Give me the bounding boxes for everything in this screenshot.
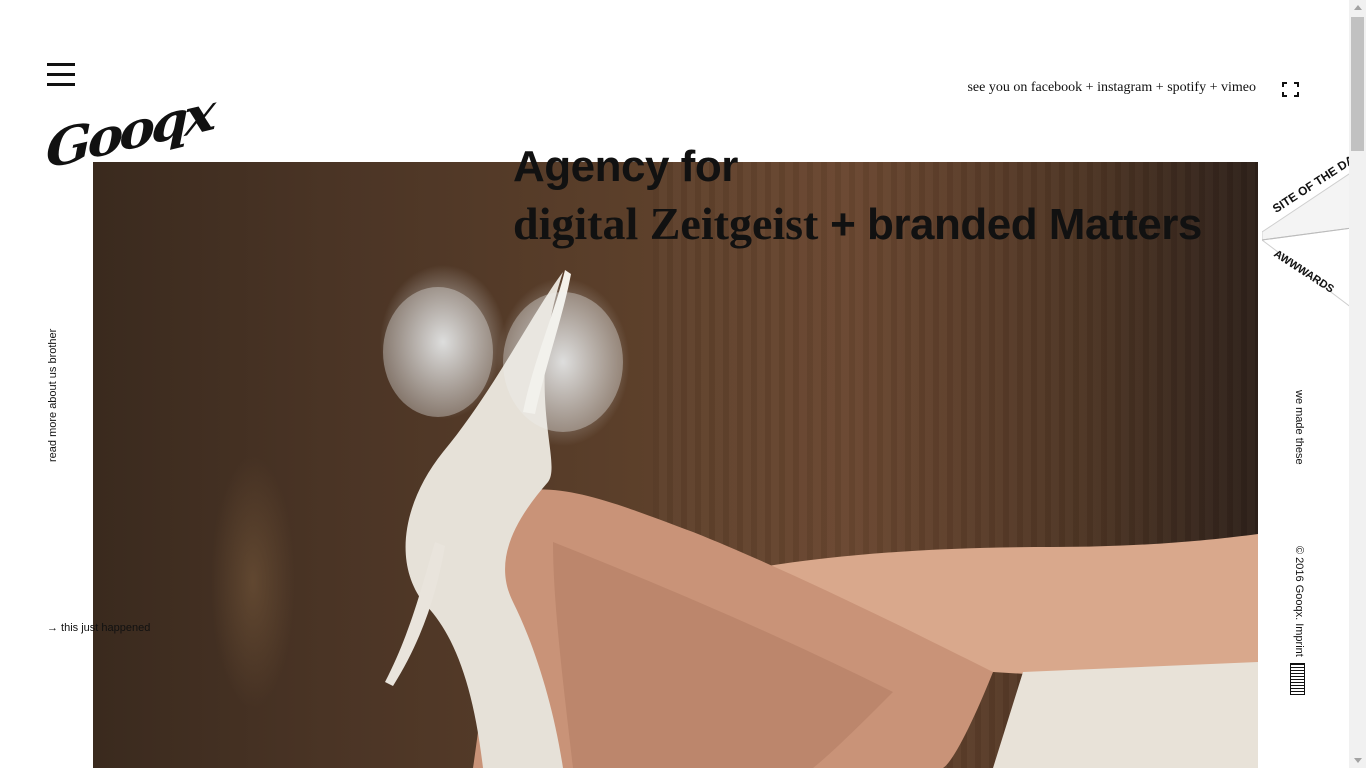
- imprint-badge-icon[interactable]: [1290, 663, 1305, 695]
- hamburger-line: [47, 63, 75, 66]
- copyright-imprint-link[interactable]: © 2016 Gooqx. Imprint: [1291, 546, 1305, 658]
- hamburger-line: [47, 73, 75, 76]
- social-separator: +: [1206, 80, 1221, 95]
- headline-line1: Agency for: [513, 142, 738, 191]
- scroll-down-arrow-icon[interactable]: [1354, 758, 1362, 763]
- instagram-link[interactable]: instagram: [1097, 80, 1152, 95]
- spotify-link[interactable]: spotify: [1167, 80, 1206, 95]
- copyright-label: © 2016 Gooqx. Imprint: [1293, 546, 1305, 657]
- hero-headline: Agency for digital Zeitgeist + branded M…: [513, 138, 1202, 253]
- facebook-link[interactable]: facebook: [1031, 80, 1082, 95]
- page-scrollbar[interactable]: [1349, 0, 1366, 768]
- social-separator: +: [1082, 80, 1098, 95]
- news-link[interactable]: → this just happened: [47, 622, 150, 634]
- hamburger-line: [47, 83, 75, 86]
- scrollbar-thumb[interactable]: [1351, 17, 1364, 151]
- vimeo-link[interactable]: vimeo: [1221, 80, 1256, 95]
- social-prefix: see you on: [967, 80, 1031, 95]
- social-links: see you on facebook + instagram + spotif…: [967, 80, 1256, 96]
- page: Gooqx see you on facebook + instagram + …: [0, 0, 1366, 768]
- social-separator: +: [1152, 80, 1168, 95]
- about-link[interactable]: read more about us brother: [46, 328, 60, 462]
- work-link-label: we made these: [1293, 390, 1305, 465]
- awwwards-ribbon[interactable]: SITE OF THE DAY AWWWARDS: [1262, 149, 1363, 308]
- hamburger-icon[interactable]: [47, 62, 75, 88]
- headline-line2-sans: + branded Matters: [818, 200, 1202, 249]
- scroll-up-arrow-icon[interactable]: [1354, 5, 1362, 10]
- logo[interactable]: Gooqx: [46, 83, 212, 204]
- work-link[interactable]: we made these: [1291, 390, 1305, 465]
- about-link-label: read more about us brother: [47, 328, 59, 462]
- fullscreen-icon[interactable]: [1282, 82, 1299, 97]
- headline-line2-serif: digital Zeitgeist: [513, 198, 819, 249]
